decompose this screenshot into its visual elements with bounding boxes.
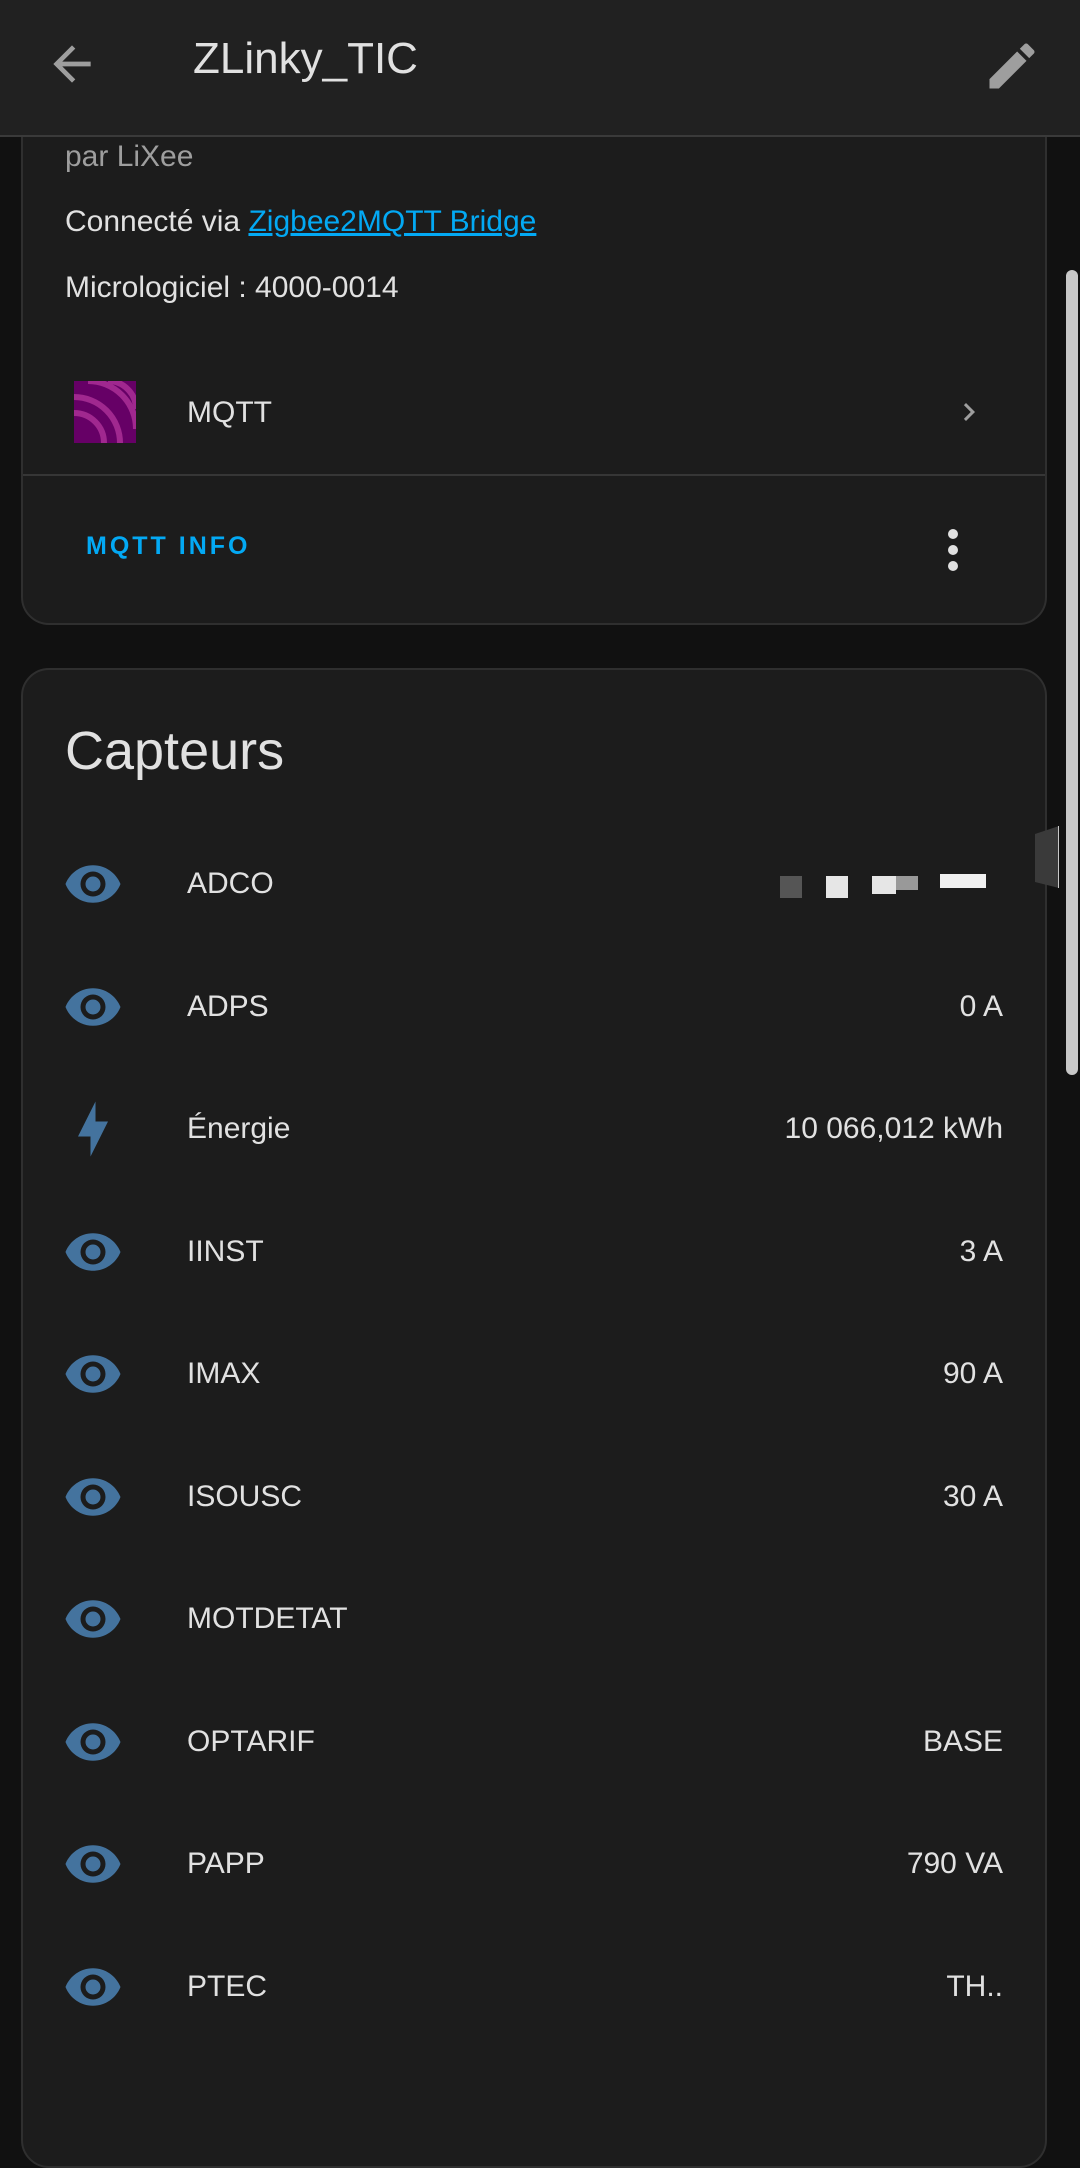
more-options-button[interactable] <box>941 526 965 574</box>
redacted-value <box>780 870 990 900</box>
sensor-value: BASE <box>922 1724 1003 1758</box>
via-device-link[interactable]: Zigbee2MQTT Bridge <box>248 205 536 238</box>
eye-icon <box>63 1834 123 1894</box>
edit-button[interactable] <box>982 36 1042 96</box>
sensor-name: ADCO <box>187 867 274 900</box>
sensors-title: Capteurs <box>65 721 285 781</box>
sensor-value: 30 A <box>942 1479 1003 1513</box>
sensor-name: ADPS <box>187 989 269 1023</box>
sensor-row[interactable]: ADCO <box>23 834 1045 934</box>
sensor-row[interactable]: IINST 3 A <box>23 1202 1045 1302</box>
eye-icon <box>63 1222 123 1282</box>
scroll-handle[interactable] <box>1035 826 1060 888</box>
sensor-name: PAPP <box>187 1847 265 1880</box>
eye-icon <box>63 1712 123 1772</box>
device-firmware: Micrologiciel : 4000-0014 <box>65 271 399 304</box>
device-connection: Connecté via Zigbee2MQTT Bridge <box>65 205 536 239</box>
sensor-name: OPTARIF <box>187 1724 315 1758</box>
device-manufacturer: par LiXee <box>65 140 194 173</box>
integration-label: MQTT <box>187 396 272 429</box>
lightning-bolt-icon <box>63 1099 123 1159</box>
sensor-row[interactable]: PAPP 790 VA <box>23 1814 1045 1914</box>
sensors-card: Capteurs ADCO ADPS 0 A Énergie 10 066,012 kW… <box>21 668 1047 2168</box>
pencil-icon <box>989 43 1035 89</box>
card-divider <box>23 474 1045 476</box>
sensor-row[interactable]: ISOUSC 30 A <box>23 1447 1045 1547</box>
eye-icon <box>63 854 123 914</box>
sensor-row[interactable]: ADPS 0 A <box>23 957 1045 1057</box>
sensor-value: 3 A <box>959 1234 1003 1268</box>
dots-vertical-icon <box>948 529 958 571</box>
arrow-left-icon <box>53 45 91 83</box>
sensor-value: 10 066,012 kWh <box>784 1112 1003 1145</box>
sensor-name: IMAX <box>187 1357 261 1390</box>
sensor-name: Énergie <box>187 1112 291 1145</box>
eye-icon <box>63 1467 123 1527</box>
sensor-name: ISOUSC <box>187 1479 303 1513</box>
connection-prefix: Connecté via <box>65 205 249 238</box>
sensor-row[interactable]: IMAX 90 A <box>23 1324 1045 1424</box>
sensor-value: 90 A <box>942 1357 1003 1390</box>
eye-icon <box>63 1589 123 1649</box>
scrollbar[interactable] <box>1066 270 1078 1075</box>
device-info-card: par LiXee Connecté via Zigbee2MQTT Bridg… <box>21 100 1047 625</box>
eye-icon <box>63 977 123 1037</box>
sensor-row[interactable]: PTEC TH.. <box>23 1937 1045 2037</box>
chevron-right-icon <box>951 394 987 430</box>
back-button[interactable] <box>44 36 100 92</box>
sensor-name: MOTDETAT <box>187 1602 348 1635</box>
sensor-name: PTEC <box>187 1969 268 2003</box>
mqtt-logo-icon <box>73 378 139 444</box>
sensor-row[interactable]: OPTARIF BASE <box>23 1692 1045 1792</box>
sensor-row[interactable]: Énergie 10 066,012 kWh <box>23 1079 1045 1179</box>
sensor-name: IINST <box>187 1234 264 1268</box>
eye-icon <box>63 1957 123 2017</box>
sensor-value: TH.. <box>946 1969 1003 2003</box>
mqtt-info-button[interactable]: MQTT INFO <box>86 532 250 561</box>
page-title: ZLinky_TIC <box>193 34 418 83</box>
sensor-value: 0 A <box>959 989 1003 1023</box>
sensor-row[interactable]: MOTDETAT <box>23 1569 1045 1669</box>
sensor-value: 790 VA <box>906 1847 1003 1880</box>
eye-icon <box>63 1344 123 1404</box>
app-bar: ZLinky_TIC <box>0 0 1080 137</box>
integration-row-mqtt[interactable]: MQTT <box>23 360 1045 474</box>
